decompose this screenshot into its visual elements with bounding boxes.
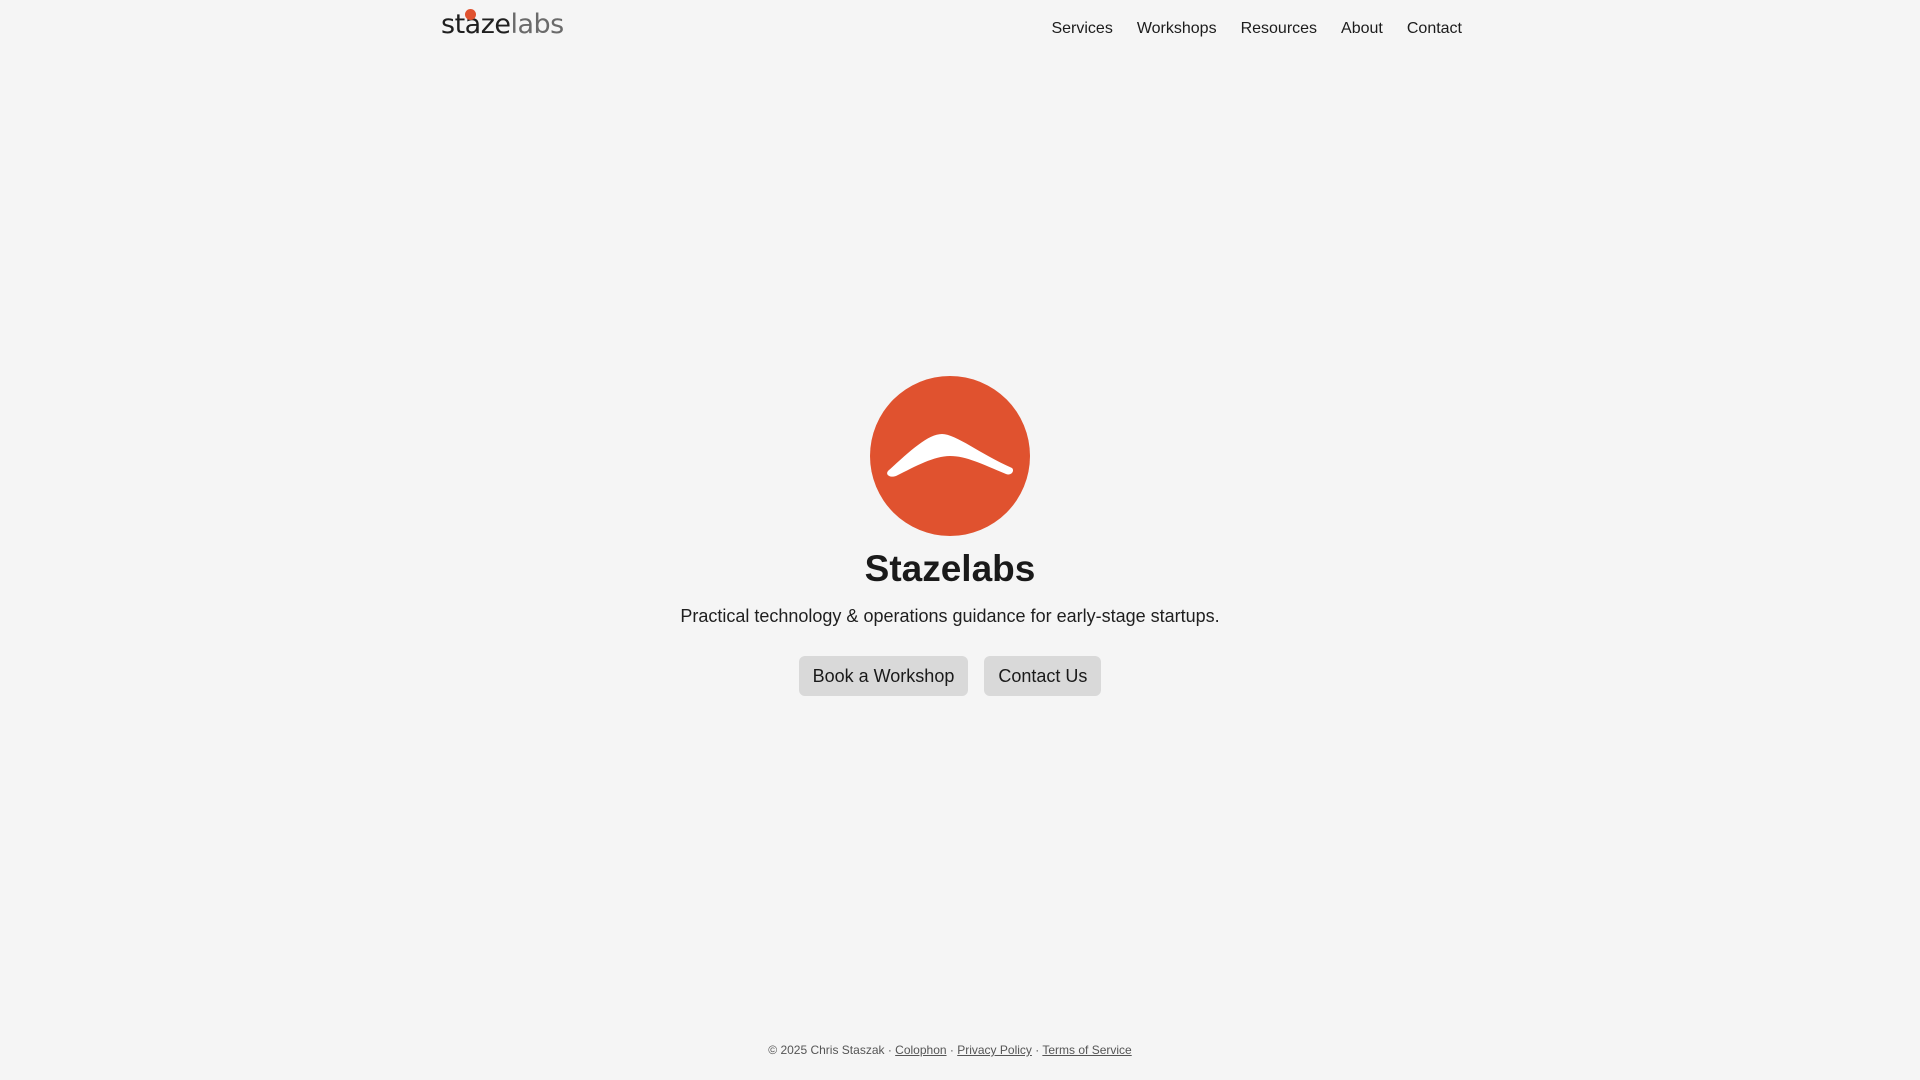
boomerang-logo-icon (870, 376, 1030, 536)
footer-link-colophon[interactable]: Colophon (895, 1043, 946, 1057)
cta-group: Book a Workshop Contact Us (798, 656, 1102, 696)
footer-separator: · (1031, 1043, 1043, 1057)
site-footer: © 2025 Chris Staszak · Colophon · Privac… (0, 1042, 1900, 1058)
footer-link-terms-of-service[interactable]: Terms of Service (1042, 1043, 1131, 1057)
footer-separator: · (946, 1043, 958, 1057)
brand-logo-link[interactable]: staze labs (441, 9, 564, 40)
footer-separator: · (884, 1043, 896, 1057)
brand-dot-icon (465, 9, 476, 20)
brand-wordmark-light: labs (510, 9, 564, 40)
main-nav: Services Workshops Resources About Conta… (1051, 19, 1462, 39)
footer-copyright: © 2025 Chris Staszak (768, 1043, 885, 1057)
page: staze labs Services Workshops Resources … (0, 0, 1920, 1080)
footer-link-privacy-policy[interactable]: Privacy Policy (957, 1043, 1032, 1057)
hero-section: Stazelabs Practical technology & operati… (0, 376, 1900, 696)
nav-link-workshops[interactable]: Workshops (1137, 19, 1217, 39)
nav-link-contact[interactable]: Contact (1407, 19, 1462, 39)
nav-link-about[interactable]: About (1341, 19, 1383, 39)
nav-link-resources[interactable]: Resources (1241, 19, 1317, 39)
contact-us-button[interactable]: Contact Us (984, 656, 1102, 696)
book-workshop-button[interactable]: Book a Workshop (798, 656, 969, 696)
site-header: staze labs Services Workshops Resources … (0, 0, 1920, 60)
hero-tagline: Practical technology & operations guidan… (680, 606, 1220, 626)
nav-link-services[interactable]: Services (1051, 19, 1112, 39)
hero-title: Stazelabs (864, 548, 1036, 589)
